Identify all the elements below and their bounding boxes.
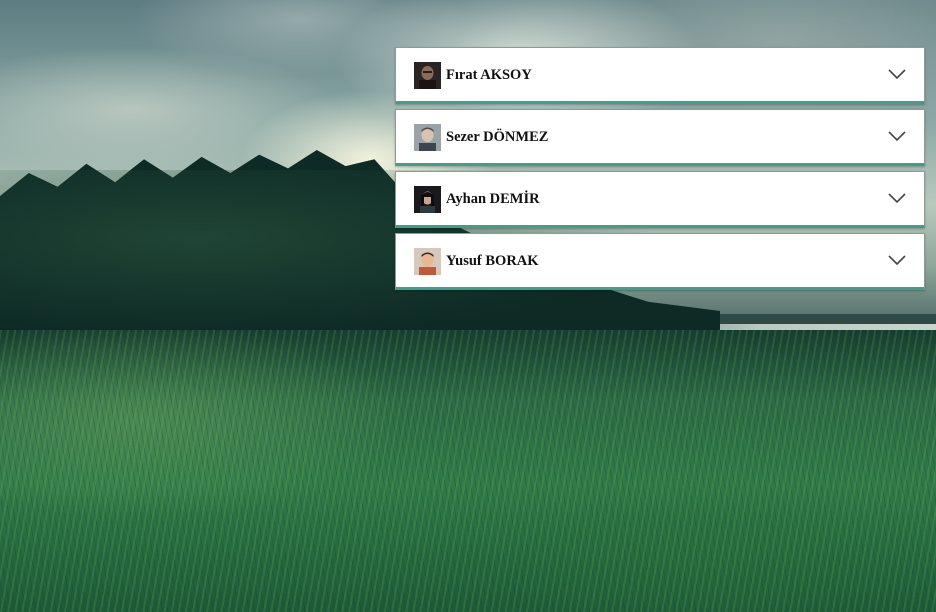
grass-meadow <box>0 330 936 612</box>
chevron-down-icon[interactable] <box>888 67 906 81</box>
person-name: Yusuf BORAK <box>446 253 539 269</box>
accordion-item-sezer-donmez[interactable]: Sezer DÖNMEZ <box>395 109 925 166</box>
avatar <box>414 62 441 89</box>
avatar <box>414 186 441 213</box>
accordion-item-yusuf-borak[interactable]: Yusuf BORAK <box>395 233 925 290</box>
accordion-item-firat-aksoy[interactable]: Fırat AKSOY <box>395 47 925 104</box>
people-accordion: Fırat AKSOY Sezer DÖNMEZ Ayhan DEMİR Yus… <box>395 47 925 295</box>
chevron-down-icon[interactable] <box>888 191 906 205</box>
avatar <box>414 248 441 275</box>
person-name: Ayhan DEMİR <box>446 191 540 207</box>
avatar <box>414 124 441 151</box>
chevron-down-icon[interactable] <box>888 253 906 267</box>
person-name: Fırat AKSOY <box>446 67 532 83</box>
person-name: Sezer DÖNMEZ <box>446 129 549 145</box>
chevron-down-icon[interactable] <box>888 129 906 143</box>
accordion-item-ayhan-demir[interactable]: Ayhan DEMİR <box>395 171 925 228</box>
